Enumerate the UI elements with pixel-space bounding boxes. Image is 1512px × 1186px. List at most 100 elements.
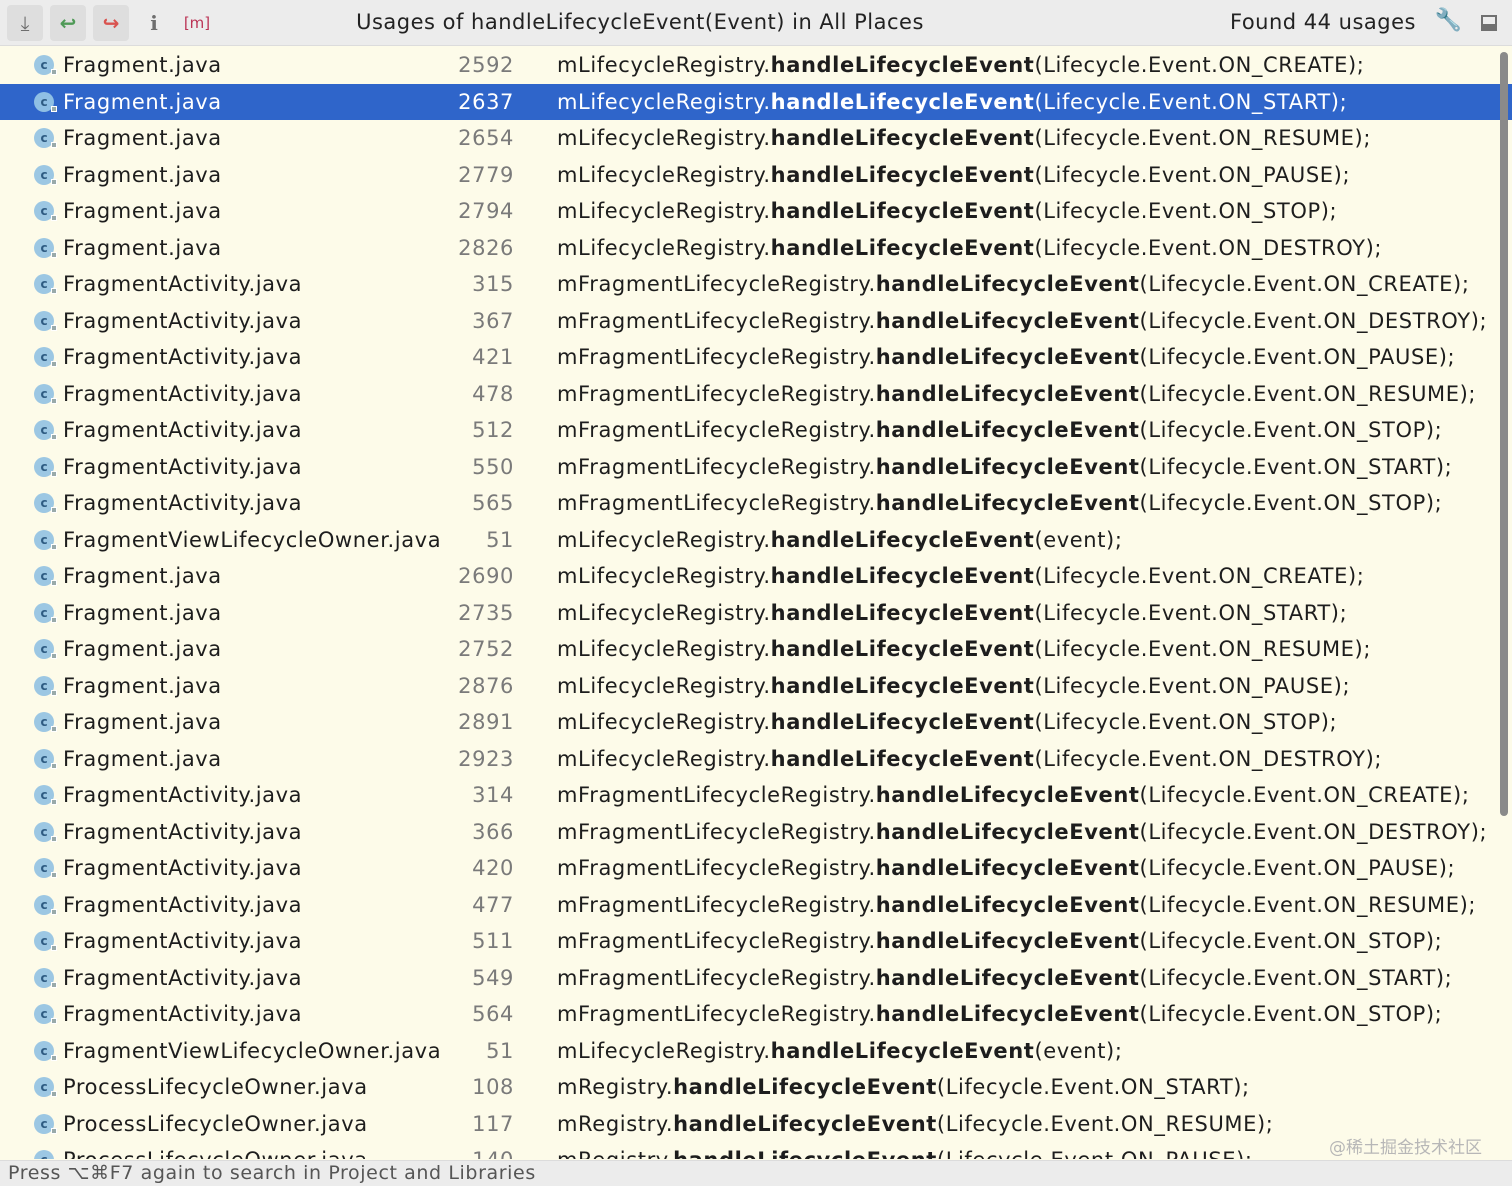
usage-row[interactable]: c Fragment.java 2654 mLifecycleRegistry.han… [0,120,1512,157]
usage-row[interactable]: c ProcessLifecycleOwner.java 117 mRegistry.… [0,1106,1512,1143]
usage-row[interactable]: c FragmentViewLifecycleOwner.java 51 mLifec… [0,522,1512,559]
code-suffix: (Lifecycle.Event.ON_START); [1034,600,1348,625]
code-suffix: (Lifecycle.Event.ON_DESTROY); [1139,308,1488,333]
code-prefix: mLifecycleRegistry. [557,637,771,661]
code-method: handleLifecycleEvent [875,1002,1140,1026]
usage-file-name: FragmentActivity.java [63,929,303,953]
java-class-icon: c [34,1004,57,1024]
usage-file-name: FragmentActivity.java [63,783,303,807]
code-method: handleLifecycleEvent [673,1111,937,1136]
code-method: handleLifecycleEvent [770,746,1035,771]
usage-code-snippet: mRegistry.handleLifecycleEvent(Lifecycle… [557,1069,1250,1106]
usage-row[interactable]: c FragmentActivity.java 367 mFragmentLifecy… [0,303,1512,340]
usage-file-name: FragmentViewLifecycleOwner.java [63,1038,442,1063]
merge-icon[interactable]: [m] [179,5,215,41]
usage-line-number: 564 [472,1002,514,1026]
usage-line-number: 420 [472,856,514,880]
usage-row[interactable]: c FragmentActivity.java 511 mFragmentLifecy… [0,923,1512,960]
usage-code-snippet: mLifecycleRegistry.handleLifecycleEvent(… [557,84,1347,121]
usage-code-snippet: mFragmentLifecycleRegistry.handleLifecyc… [557,923,1442,960]
usage-file-name: FragmentActivity.java [63,491,303,515]
usage-row[interactable]: c Fragment.java 2779 mLifecycleRegistry.han… [0,157,1512,194]
code-suffix: (Lifecycle.Event.ON_START); [1139,965,1453,990]
usage-row[interactable]: c ProcessLifecycleOwner.java 108 mRegistry.… [0,1069,1512,1106]
usage-row[interactable]: c FragmentActivity.java 477 mFragmentLifecy… [0,887,1512,924]
previous-occurrence-icon[interactable]: ↩ [50,5,86,41]
next-occurrence-icon[interactable]: ↪ [93,5,129,41]
usage-line-number: 2735 [458,600,514,625]
java-class-icon: c [34,712,57,732]
settings-wrench-icon[interactable]: 🔧 [1435,8,1462,33]
usage-file-name: FragmentActivity.java [63,308,303,333]
usage-row[interactable]: c FragmentActivity.java 550 mFragmentLifecy… [0,449,1512,486]
usage-line-number: 2891 [458,710,514,734]
usage-row[interactable]: c Fragment.java 2794 mLifecycleRegistry.han… [0,193,1512,230]
usage-row[interactable]: c FragmentActivity.java 314 mFragmentLifecy… [0,777,1512,814]
usage-line-number: 512 [472,418,514,442]
usage-row[interactable]: c FragmentActivity.java 564 mFragmentLifecy… [0,996,1512,1033]
usage-file-name: FragmentActivity.java [63,454,303,479]
usage-row[interactable]: c Fragment.java 2735 mLifecycleRegistry.han… [0,595,1512,632]
code-suffix: (Lifecycle.Event.ON_STOP); [1139,491,1443,515]
code-suffix: (Lifecycle.Event.ON_STOP); [1034,710,1338,734]
usage-file-name: FragmentViewLifecycleOwner.java [63,527,442,552]
code-prefix: mLifecycleRegistry. [557,600,771,625]
usages-toolbar: ⤓ ↩ ↪ i [m] Usages of handleLifecycleEve… [0,0,1512,46]
usage-code-snippet: mFragmentLifecycleRegistry.handleLifecyc… [557,303,1487,340]
code-prefix: mLifecycleRegistry. [557,564,771,588]
code-prefix: mFragmentLifecycleRegistry. [557,856,876,880]
usage-code-snippet: mFragmentLifecycleRegistry.handleLifecyc… [557,376,1476,413]
usage-row[interactable]: c FragmentActivity.java 315 mFragmentLifecy… [0,266,1512,303]
java-class-icon: c [34,602,57,623]
usage-code-snippet: mLifecycleRegistry.handleLifecycleEvent(… [557,704,1337,741]
usage-row[interactable]: c Fragment.java 2876 mLifecycleRegistry.han… [0,668,1512,705]
usage-row[interactable]: c Fragment.java 2637 mLifecycleRegistry.han… [0,83,1512,121]
usage-row[interactable]: c Fragment.java 2826 mLifecycleRegistry.han… [0,230,1512,267]
code-prefix: mLifecycleRegistry. [557,199,771,223]
usage-row[interactable]: c FragmentActivity.java 421 mFragmentLifecy… [0,339,1512,376]
usage-row[interactable]: c Fragment.java 2923 mLifecycleRegistry.han… [0,741,1512,778]
code-prefix: mLifecycleRegistry. [557,162,771,187]
usage-file-name: FragmentActivity.java [63,381,303,406]
usage-row[interactable]: c FragmentActivity.java 420 mFragmentLifecy… [0,850,1512,887]
watermark: @稀土掘金技术社区 [1329,1138,1482,1158]
code-suffix: (Lifecycle.Event.ON_DESTROY); [1034,746,1383,771]
java-class-icon: c [34,894,57,915]
code-prefix: mFragmentLifecycleRegistry. [557,929,876,953]
code-method: handleLifecycleEvent [770,673,1035,698]
code-method: handleLifecycleEvent [875,345,1140,369]
info-icon[interactable]: i [136,5,172,41]
code-suffix: (Lifecycle.Event.ON_PAUSE); [937,1148,1253,1159]
usage-file-name: Fragment.java [63,746,222,771]
usage-file-name: Fragment.java [63,53,222,77]
java-class-icon: c [34,529,57,550]
usage-code-snippet: mFragmentLifecycleRegistry.handleLifecyc… [557,412,1442,449]
usage-file-name: FragmentActivity.java [63,272,303,296]
usage-file-name: FragmentActivity.java [63,965,303,990]
usage-row[interactable]: c FragmentViewLifecycleOwner.java 51 mLifec… [0,1033,1512,1070]
usage-row[interactable]: c FragmentActivity.java 366 mFragmentLifecy… [0,814,1512,851]
usage-row[interactable]: c FragmentActivity.java 512 mFragmentLifecy… [0,412,1512,449]
usage-row[interactable]: c FragmentActivity.java 565 mFragmentLifecy… [0,485,1512,522]
code-method: handleLifecycleEvent [770,89,1035,114]
usage-row[interactable]: c FragmentActivity.java 549 mFragmentLifecy… [0,960,1512,997]
usage-row[interactable]: c FragmentActivity.java 478 mFragmentLifecy… [0,376,1512,413]
usage-row[interactable]: c Fragment.java 2752 mLifecycleRegistry.han… [0,631,1512,668]
usage-code-snippet: mFragmentLifecycleRegistry.handleLifecyc… [557,850,1455,887]
usage-code-snippet: mLifecycleRegistry.handleLifecycleEvent(… [557,193,1337,230]
java-class-icon: c [34,420,57,440]
code-method: handleLifecycleEvent [875,783,1140,807]
usage-row[interactable]: c Fragment.java 2592 mLifecycleRegistry.han… [0,47,1512,84]
usage-row[interactable]: c Fragment.java 2891 mLifecycleRegistry.han… [0,704,1512,741]
expand-all-icon[interactable]: ⤓ [7,5,43,41]
usage-file-name: Fragment.java [63,162,222,187]
usage-row[interactable]: c Fragment.java 2690 mLifecycleRegistry.han… [0,558,1512,595]
usage-row[interactable]: c ProcessLifecycleOwner.java 140 mRegistry.… [0,1142,1512,1159]
usage-code-snippet: mLifecycleRegistry.handleLifecycleEvent(… [557,1033,1123,1070]
usage-file-name: Fragment.java [63,673,222,698]
usage-code-snippet: mFragmentLifecycleRegistry.handleLifecyc… [557,777,1470,814]
usage-line-number: 2690 [458,564,514,588]
restore-window-icon[interactable] [1481,15,1497,31]
vertical-scrollbar[interactable] [1500,52,1508,816]
code-prefix: mLifecycleRegistry. [557,527,771,552]
